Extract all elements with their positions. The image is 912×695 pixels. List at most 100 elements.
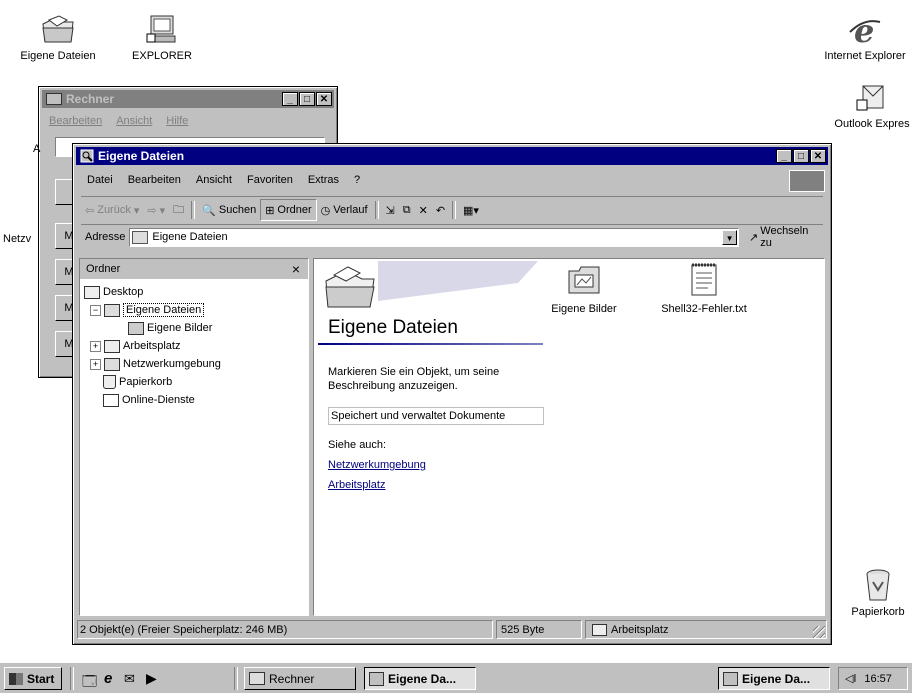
desktop-icon-label: Internet Explorer [824, 50, 906, 62]
views-icon[interactable]: ▦▾ [459, 200, 483, 220]
link-arbeitsplatz[interactable]: Arbeitsplatz [328, 479, 385, 491]
copy-to-icon[interactable]: ⧉ [399, 200, 415, 220]
explorer-icon [369, 671, 384, 686]
menu-ansicht[interactable]: Ansicht [116, 115, 152, 127]
desktop-icon-eigene-dateien[interactable]: Eigene Dateien [18, 14, 98, 62]
menu-datei[interactable]: Datei [87, 174, 113, 186]
folder-pane-header: Ordner × [80, 259, 308, 279]
menu-hilfe[interactable]: Hilfe [166, 115, 188, 127]
menu-bearbeiten[interactable]: Bearbeiten [128, 174, 181, 186]
calculator-icon [46, 93, 62, 105]
taskbar-button-eigene-dateien[interactable]: Eigene Da... [364, 667, 476, 690]
tree-item-online-dienste[interactable]: Online-Dienste [84, 391, 304, 409]
tree-item-label: Eigene Bilder [147, 322, 213, 334]
folder-tree: Desktop − Eigene Dateien Eigene Bilder + A… [84, 283, 304, 409]
desktop-icon-outlook[interactable]: Outlook Expres [822, 82, 912, 130]
close-button[interactable]: ✕ [316, 92, 332, 106]
show-desktop-icon[interactable]: 🗔 [82, 671, 97, 695]
content-hint: Markieren Sie ein Objekt, um seine Besch… [328, 366, 500, 392]
go-button[interactable]: ↗ Wechseln zu [749, 225, 823, 249]
menu-favoriten[interactable]: Favoriten [247, 174, 293, 186]
folder-pane-title: Ordner [86, 263, 121, 275]
delete-icon[interactable]: ✕ [415, 200, 432, 220]
folder-docs-icon [132, 230, 149, 244]
ie-icon: e [849, 14, 881, 46]
explorer-icon [723, 671, 738, 686]
folder-pane-close-button[interactable]: × [292, 261, 300, 277]
up-folder-icon[interactable]: 🗀 [169, 200, 188, 220]
rechner-menubar: Bearbeiten Ansicht Hilfe [49, 115, 188, 127]
move-to-icon[interactable]: ⇲ [382, 200, 399, 220]
folders-button[interactable]: ⊞ Ordner [260, 199, 317, 221]
resize-grip-icon[interactable] [813, 626, 825, 638]
calculator-icon [249, 672, 265, 685]
forward-button[interactable]: ⇨ ▾ [143, 200, 169, 220]
close-button[interactable]: ✕ [810, 149, 826, 163]
search-button[interactable]: 🔍 Suchen [198, 200, 260, 220]
desktop-icon-label: Papierkorb [851, 606, 905, 618]
history-button[interactable]: ◷ Verlauf [317, 200, 372, 220]
undo-icon[interactable]: ↶ [432, 200, 449, 220]
tree-item-label: Arbeitsplatz [123, 340, 181, 352]
maximize-button[interactable]: □ [299, 92, 315, 106]
start-button[interactable]: Start [4, 667, 62, 690]
tree-item-eigene-bilder[interactable]: Eigene Bilder [84, 319, 304, 337]
window-title: Rechner [66, 92, 115, 106]
system-tray: ◁ǀ 16:57 [838, 667, 908, 690]
desktop-icon-papierkorb[interactable]: Papierkorb [838, 568, 912, 618]
menu-extras[interactable]: Extras [308, 174, 339, 186]
ie-quicklaunch-icon[interactable]: e [104, 670, 112, 687]
windows-logo-icon [789, 170, 825, 192]
menu-help[interactable]: ? [354, 174, 360, 186]
window-title: Eigene Dateien [98, 149, 185, 163]
expand-icon[interactable]: + [90, 358, 101, 370]
quicklaunch-separator [234, 667, 238, 690]
tree-item-netzwerkumgebung[interactable]: + Netzwerkumgebung [84, 355, 304, 373]
tree-item-arbeitsplatz[interactable]: + Arbeitsplatz [84, 337, 304, 355]
collapse-icon[interactable]: − [90, 304, 101, 316]
explorer-window[interactable]: Eigene Dateien _ □ ✕ Datei Bearbeiten An… [72, 143, 832, 645]
zone-label: Arbeitsplatz [611, 623, 669, 636]
status-bar: 2 Objekt(e) (Freier Speicherplatz: 246 M… [77, 620, 827, 640]
tree-item-eigene-dateien[interactable]: − Eigene Dateien [84, 301, 304, 319]
address-dropdown-button[interactable]: ▼ [722, 229, 738, 245]
content-heading: Eigene Dateien [328, 317, 458, 338]
rechner-titlebar[interactable]: Rechner _ □ ✕ [42, 90, 334, 108]
rechner-side-letter: A [33, 143, 41, 155]
explorer-menubar: Datei Bearbeiten Ansicht Favoriten Extra… [87, 174, 360, 186]
menu-bearbeiten[interactable]: Bearbeiten [49, 115, 102, 127]
toolbar-separator [452, 201, 457, 219]
maximize-button[interactable]: □ [793, 149, 809, 163]
taskbar-button-eigene-dateien-2[interactable]: Eigene Da... [718, 667, 830, 690]
explorer-titlebar[interactable]: Eigene Dateien _ □ ✕ [76, 147, 828, 165]
minimize-button[interactable]: _ [776, 149, 792, 163]
tree-item-desktop[interactable]: Desktop [84, 283, 304, 301]
expand-icon[interactable]: + [90, 340, 101, 352]
menu-ansicht[interactable]: Ansicht [196, 174, 232, 186]
back-button[interactable]: ⇦ Zurück ▾ [81, 200, 143, 220]
address-value: Eigene Dateien [152, 231, 228, 243]
minimize-button[interactable]: _ [282, 92, 298, 106]
pictures-folder-icon [568, 266, 600, 294]
file-item-shell32[interactable]: Shell32-Fehler.txt [644, 261, 764, 315]
volume-icon[interactable]: ◁ǀ [845, 672, 856, 685]
status-size: 525 Byte [496, 620, 582, 639]
link-netzwerkumgebung[interactable]: Netzwerkumgebung [328, 459, 426, 471]
taskbar: Start 🗔 e ✉ ▶ Rechner Eigene Da... Eigen… [0, 662, 912, 693]
outlook-quicklaunch-icon[interactable]: ✉ [124, 671, 135, 687]
tree-item-papierkorb[interactable]: Papierkorb [84, 373, 304, 391]
address-input[interactable]: Eigene Dateien ▼ [129, 227, 740, 247]
desktop-icon-label: EXPLORER [132, 50, 192, 62]
folder-icon [103, 393, 119, 407]
tree-item-label: Desktop [103, 286, 144, 298]
taskbar-button-label: Eigene Da... [742, 671, 811, 686]
desktop-icon-explorer[interactable]: EXPLORER [122, 14, 202, 62]
media-quicklaunch-icon[interactable]: ▶ [146, 670, 157, 687]
clock[interactable]: 16:57 [864, 673, 892, 685]
taskbar-button-rechner[interactable]: Rechner [244, 667, 356, 690]
desktop-icon-internet-explorer[interactable]: e Internet Explorer [815, 14, 912, 62]
folders-icon: ⊞ [265, 204, 275, 217]
file-item-eigene-bilder[interactable]: Eigene Bilder [534, 265, 634, 315]
recycle-bin-icon [866, 569, 890, 601]
status-zone: Arbeitsplatz [585, 620, 827, 639]
